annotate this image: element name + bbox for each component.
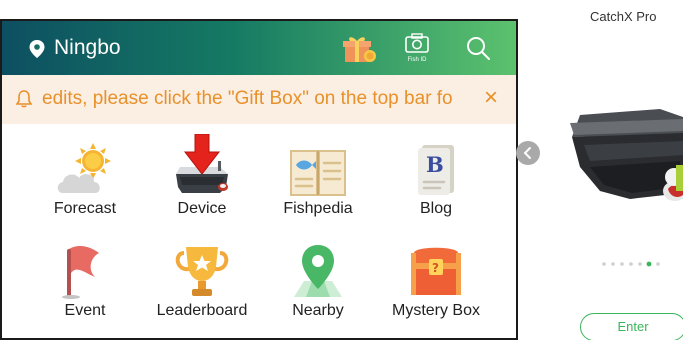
notice-text: edits, please click the "Gift Box" on th… bbox=[42, 88, 453, 109]
feature-event[interactable]: Event bbox=[25, 243, 145, 338]
carousel-dot[interactable] bbox=[611, 262, 615, 266]
fish-id-label: Fish ID bbox=[407, 57, 427, 63]
carousel-dot[interactable] bbox=[638, 262, 642, 266]
carousel-dot-active[interactable] bbox=[646, 261, 652, 267]
arrow-down-icon bbox=[183, 134, 221, 174]
feature-label: Blog bbox=[419, 200, 453, 217]
trophy-icon bbox=[175, 247, 229, 296]
search-icon[interactable] bbox=[465, 35, 491, 61]
svg-text:B: B bbox=[426, 152, 444, 177]
carousel-prev-button[interactable] bbox=[516, 141, 540, 165]
feature-label: Forecast bbox=[53, 200, 117, 217]
bell-icon bbox=[16, 90, 32, 108]
carousel-dots bbox=[602, 261, 660, 267]
feature-label: Nearby bbox=[292, 302, 344, 319]
carousel-dot[interactable] bbox=[629, 262, 633, 266]
map-pin-icon bbox=[294, 245, 342, 297]
carousel-dot[interactable] bbox=[656, 262, 660, 266]
treasure-chest-icon: ? bbox=[411, 247, 461, 295]
gift-box-icon[interactable] bbox=[342, 34, 376, 64]
feature-mystery-box[interactable]: ? Mystery Box bbox=[376, 243, 496, 338]
feature-label: Event bbox=[64, 302, 106, 319]
weather-sun-cloud-icon bbox=[57, 143, 111, 193]
top-bar: Ningbo Fish ID bbox=[2, 21, 516, 75]
chevron-left-icon bbox=[523, 147, 531, 159]
feature-forecast[interactable]: Forecast bbox=[25, 141, 145, 241]
blog-document-icon: B bbox=[418, 145, 454, 195]
app-screen: Ningbo Fish ID edits, please click the "… bbox=[0, 0, 683, 340]
close-icon[interactable]: × bbox=[480, 85, 502, 111]
camera-icon bbox=[405, 33, 429, 53]
feature-label: Device bbox=[177, 200, 227, 217]
product-boat-image bbox=[570, 109, 683, 201]
phone-home-panel: Ningbo Fish ID edits, please click the "… bbox=[0, 19, 518, 340]
carousel-dot[interactable] bbox=[602, 262, 606, 266]
location-pin-icon bbox=[29, 40, 45, 58]
feature-label: Leaderboard bbox=[156, 302, 248, 319]
fish-book-icon bbox=[290, 150, 346, 196]
feature-fishpedia[interactable]: Fishpedia bbox=[258, 141, 378, 241]
feature-leaderboard[interactable]: Leaderboard bbox=[142, 243, 262, 338]
feature-label: Fishpedia bbox=[283, 200, 353, 217]
feature-blog[interactable]: B Blog bbox=[376, 141, 496, 241]
location-name[interactable]: Ningbo bbox=[54, 36, 121, 60]
fish-id-button[interactable]: Fish ID bbox=[402, 31, 432, 67]
notice-bar[interactable]: edits, please click the "Gift Box" on th… bbox=[2, 75, 516, 124]
carousel-dot[interactable] bbox=[620, 262, 624, 266]
svg-text:?: ? bbox=[432, 261, 439, 275]
feature-label: Mystery Box bbox=[391, 302, 480, 319]
flag-icon bbox=[62, 246, 99, 299]
feature-nearby[interactable]: Nearby bbox=[258, 243, 378, 338]
enter-button[interactable]: Enter bbox=[580, 313, 683, 340]
product-name: CatchX Pro bbox=[590, 9, 657, 24]
